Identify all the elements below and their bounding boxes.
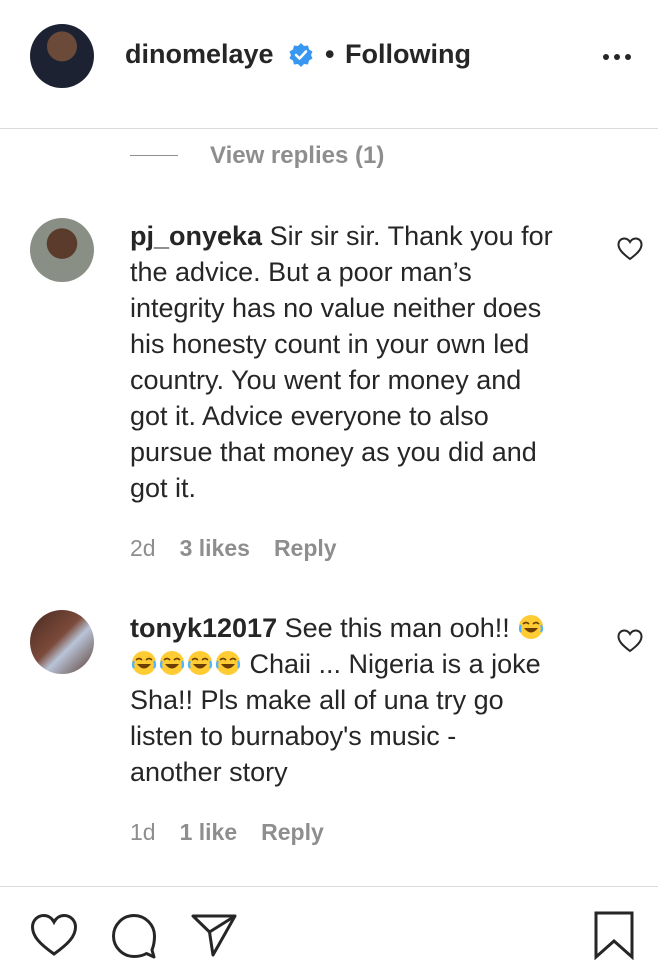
comment-text: pj_onyeka Sir sir sir. Thank you for the… bbox=[130, 218, 590, 506]
laughing-emoji-icon bbox=[131, 651, 157, 675]
comment-line: the advice. But a poor man’s bbox=[130, 257, 472, 287]
comment-username[interactable]: tonyk12017 bbox=[130, 613, 277, 643]
profile-avatar[interactable] bbox=[30, 24, 94, 88]
heart-icon[interactable] bbox=[30, 913, 78, 957]
comment-age: 1d bbox=[130, 819, 156, 845]
view-replies-button[interactable]: View replies (1) bbox=[210, 142, 384, 170]
commenter-avatar[interactable] bbox=[30, 610, 94, 674]
comment-line: pursue that money as you did and bbox=[130, 437, 537, 467]
comment-line: integrity has no value neither does bbox=[130, 293, 542, 323]
laughing-emoji-icon bbox=[187, 651, 213, 675]
laughing-emoji-icon bbox=[159, 651, 185, 675]
post-header: dinomelaye • Following bbox=[0, 0, 658, 128]
comment-line: his honesty count in your own led bbox=[130, 329, 530, 359]
verified-badge-icon bbox=[289, 43, 313, 67]
commenter-avatar[interactable] bbox=[30, 218, 94, 282]
comment-like-icon[interactable] bbox=[617, 237, 643, 261]
reply-button[interactable]: Reply bbox=[274, 535, 337, 561]
comment-meta: 2d 3 likes Reply bbox=[130, 534, 361, 562]
header-divider bbox=[0, 128, 658, 129]
comment-line: got it. Advice everyone to also bbox=[130, 401, 489, 431]
comment-line: See this man ooh!! bbox=[277, 613, 518, 643]
comment-meta: 1d 1 like Reply bbox=[130, 818, 348, 846]
comment-line: Chaii ... Nigeria is a joke bbox=[242, 649, 541, 679]
comment-line: country. You went for money and bbox=[130, 365, 522, 395]
comment-icon[interactable] bbox=[110, 912, 158, 960]
comment-age: 2d bbox=[130, 535, 156, 561]
actions-divider bbox=[0, 886, 658, 887]
comment-likes[interactable]: 3 likes bbox=[180, 535, 250, 561]
laughing-emoji-icon bbox=[215, 651, 241, 675]
more-options-icon[interactable] bbox=[602, 53, 632, 61]
laughing-emoji-icon bbox=[519, 615, 544, 639]
comment-line: Sir sir sir. Thank you for bbox=[262, 221, 553, 251]
comment-likes[interactable]: 1 like bbox=[180, 819, 238, 845]
paper-plane-icon[interactable] bbox=[190, 912, 238, 958]
profile-username[interactable]: dinomelaye bbox=[125, 36, 274, 72]
comment-line: Sha!! Pls make all of una try go bbox=[130, 685, 504, 715]
comment-line: another story bbox=[130, 757, 288, 787]
view-replies-line bbox=[130, 155, 178, 156]
separator-dot: • bbox=[325, 39, 335, 69]
comment-username[interactable]: pj_onyeka bbox=[130, 221, 262, 251]
following-button[interactable]: Following bbox=[345, 36, 471, 72]
comment-like-icon[interactable] bbox=[617, 629, 643, 653]
comment-line: got it. bbox=[130, 473, 197, 503]
comment-line: listen to burnaboy's music - bbox=[130, 721, 457, 751]
reply-button[interactable]: Reply bbox=[261, 819, 324, 845]
bookmark-icon[interactable] bbox=[593, 910, 635, 960]
comment-text: tonyk12017 See this man ooh!! Chaii ... … bbox=[130, 610, 590, 790]
